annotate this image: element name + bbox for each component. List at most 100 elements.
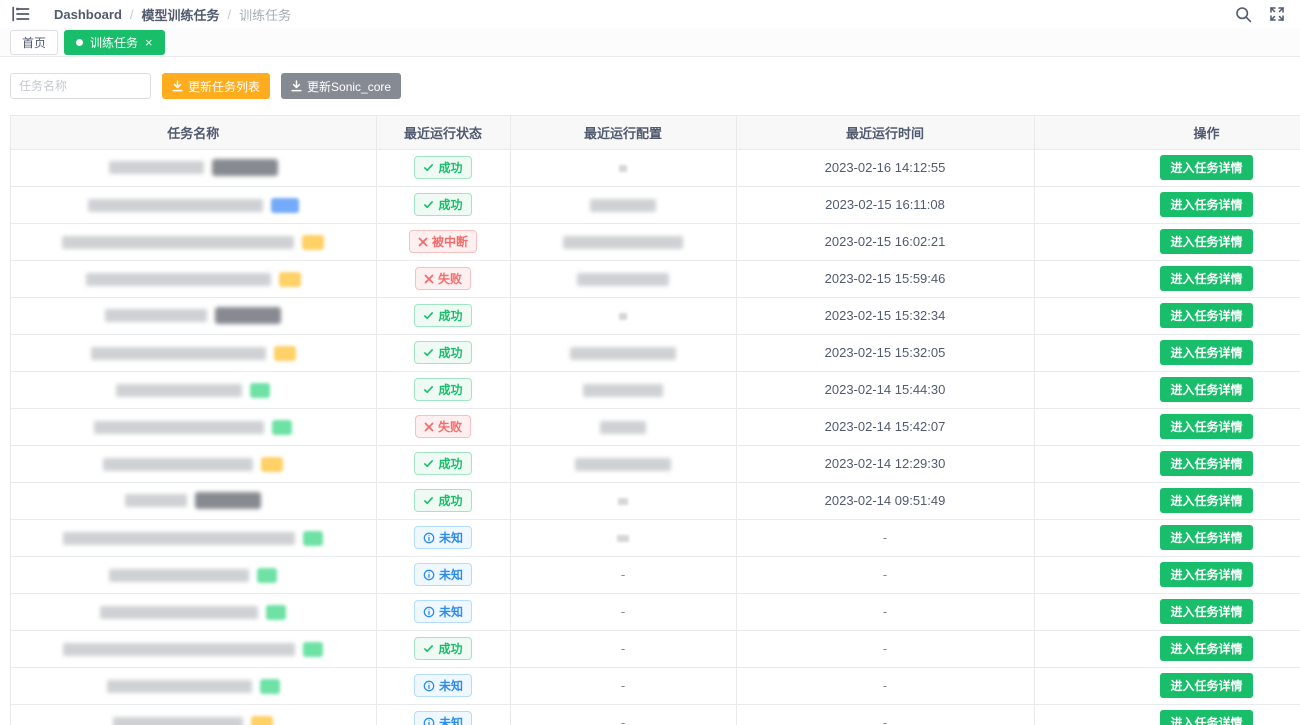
run-status-cell: 成功 xyxy=(376,334,510,371)
task-tag-green xyxy=(250,383,270,398)
status-label: 未知 xyxy=(439,529,463,546)
status-badge: 未知 xyxy=(414,674,472,697)
run-status-cell: 未知 xyxy=(376,593,510,630)
redacted-task-name xyxy=(109,161,204,174)
task-name-input[interactable] xyxy=(10,73,151,99)
table-row: 失败2023-02-14 15:42:07进入任务详情 xyxy=(11,408,1300,445)
tasks-table: 任务名称 最近运行状态 最近运行配置 最近运行时间 操作 成功2023-02-1… xyxy=(10,115,1300,725)
status-label: 未知 xyxy=(439,566,463,583)
run-status-cell: 失败 xyxy=(376,260,510,297)
table-header-row: 任务名称 最近运行状态 最近运行配置 最近运行时间 操作 xyxy=(11,116,1300,149)
run-time-cell: 2023-02-15 16:02:21 xyxy=(736,223,1034,260)
check-icon xyxy=(423,495,434,506)
breadcrumb-item-dashboard[interactable]: Dashboard xyxy=(54,7,122,22)
run-config-cell xyxy=(510,371,736,408)
run-time-cell: 2023-02-14 15:44:30 xyxy=(736,371,1034,408)
redacted-task-name xyxy=(113,717,243,725)
run-config-cell xyxy=(510,186,736,223)
breadcrumb-item-model-training[interactable]: 模型训练任务 xyxy=(142,5,220,24)
info-icon xyxy=(423,532,435,544)
enter-task-detail-button[interactable]: 进入任务详情 xyxy=(1160,155,1252,180)
run-config-cell xyxy=(510,260,736,297)
redacted-config xyxy=(619,165,627,172)
info-icon xyxy=(423,606,435,618)
run-config-cell xyxy=(510,445,736,482)
tab-close-icon[interactable]: × xyxy=(145,36,153,49)
actions-cell: 进入任务详情 xyxy=(1034,186,1300,223)
tab-training-tasks[interactable]: 训练任务 × xyxy=(64,30,165,55)
enter-task-detail-button[interactable]: 进入任务详情 xyxy=(1160,488,1252,513)
redacted-task-name xyxy=(63,532,295,545)
enter-task-detail-button[interactable]: 进入任务详情 xyxy=(1160,377,1252,402)
run-config-cell: - xyxy=(510,593,736,630)
download-icon xyxy=(172,80,183,92)
status-label: 被中断 xyxy=(432,233,468,250)
column-header-run-config: 最近运行配置 xyxy=(510,116,736,149)
enter-task-detail-button[interactable]: 进入任务详情 xyxy=(1160,266,1252,291)
status-badge: 成功 xyxy=(414,452,471,475)
actions-cell: 进入任务详情 xyxy=(1034,630,1300,667)
actions-cell: 进入任务详情 xyxy=(1034,371,1300,408)
actions-cell: 进入任务详情 xyxy=(1034,445,1300,482)
enter-task-detail-button[interactable]: 进入任务详情 xyxy=(1160,525,1252,550)
run-time-value: - xyxy=(883,567,887,582)
status-label: 未知 xyxy=(439,603,463,620)
update-task-list-button[interactable]: 更新任务列表 xyxy=(162,73,270,99)
enter-task-detail-button[interactable]: 进入任务详情 xyxy=(1160,340,1252,365)
tab-training-tasks-label: 训练任务 xyxy=(90,34,138,51)
empty-config-value: - xyxy=(621,641,625,656)
enter-task-detail-button[interactable]: 进入任务详情 xyxy=(1160,673,1252,698)
tab-home[interactable]: 首页 xyxy=(10,30,58,55)
run-status-cell: 成功 xyxy=(376,186,510,223)
redacted-config xyxy=(618,498,628,505)
status-label: 未知 xyxy=(439,714,463,725)
search-button[interactable] xyxy=(1234,5,1252,23)
status-label: 成功 xyxy=(438,344,462,361)
enter-task-detail-button[interactable]: 进入任务详情 xyxy=(1160,710,1252,725)
run-time-value: 2023-02-14 15:42:07 xyxy=(825,419,946,434)
redacted-config xyxy=(600,421,646,434)
enter-task-detail-button[interactable]: 进入任务详情 xyxy=(1160,599,1252,624)
breadcrumb-separator: / xyxy=(130,7,134,22)
task-name-cell xyxy=(11,667,376,704)
redacted-task-name xyxy=(103,458,253,471)
status-badge: 成功 xyxy=(414,378,471,401)
enter-task-detail-button[interactable]: 进入任务详情 xyxy=(1160,229,1252,254)
task-name-cell xyxy=(11,482,376,519)
update-sonic-core-button[interactable]: 更新Sonic_core xyxy=(281,73,401,99)
enter-task-detail-button[interactable]: 进入任务详情 xyxy=(1160,303,1252,328)
run-time-cell: - xyxy=(736,704,1034,725)
toolbar: 更新任务列表 更新Sonic_core xyxy=(10,73,1300,99)
sidebar-collapse-button[interactable] xyxy=(10,3,32,25)
run-status-cell: 被中断 xyxy=(376,223,510,260)
status-badge: 成功 xyxy=(414,304,471,327)
table-row: 未知--进入任务详情 xyxy=(11,556,1300,593)
run-time-value: 2023-02-15 15:59:46 xyxy=(825,271,946,286)
info-icon xyxy=(423,569,435,581)
enter-task-detail-button[interactable]: 进入任务详情 xyxy=(1160,192,1252,217)
run-time-value: - xyxy=(883,641,887,656)
enter-task-detail-button[interactable]: 进入任务详情 xyxy=(1160,414,1252,439)
status-badge: 未知 xyxy=(414,600,472,623)
redacted-task-name xyxy=(107,680,252,693)
table-row: 被中断 2023-02-15 16:02:21 进入任务详情 xyxy=(11,223,1300,260)
actions-cell: 进入任务详情 xyxy=(1034,519,1300,556)
enter-task-detail-button[interactable]: 进入任务详情 xyxy=(1160,562,1252,587)
actions-cell: 进入任务详情 xyxy=(1034,260,1300,297)
table-row: 成功2023-02-15 15:32:34进入任务详情 xyxy=(11,297,1300,334)
task-tag-yellow xyxy=(261,457,283,472)
enter-task-detail-button[interactable]: 进入任务详情 xyxy=(1160,451,1252,476)
check-icon xyxy=(423,310,434,321)
redacted-config xyxy=(583,384,663,397)
table-row: 成功2023-02-14 09:51:49进入任务详情 xyxy=(11,482,1300,519)
task-tag-green xyxy=(303,531,323,546)
run-time-value: 2023-02-15 16:02:21 xyxy=(825,234,946,249)
redacted-task-name xyxy=(62,236,294,249)
run-time-cell: 2023-02-14 12:29:30 xyxy=(736,445,1034,482)
info-icon xyxy=(423,680,435,692)
enter-task-detail-button[interactable]: 进入任务详情 xyxy=(1160,636,1252,661)
status-badge: 成功 xyxy=(414,156,471,179)
download-icon xyxy=(291,80,302,92)
redacted-config xyxy=(570,347,676,360)
fullscreen-button[interactable] xyxy=(1268,5,1286,23)
